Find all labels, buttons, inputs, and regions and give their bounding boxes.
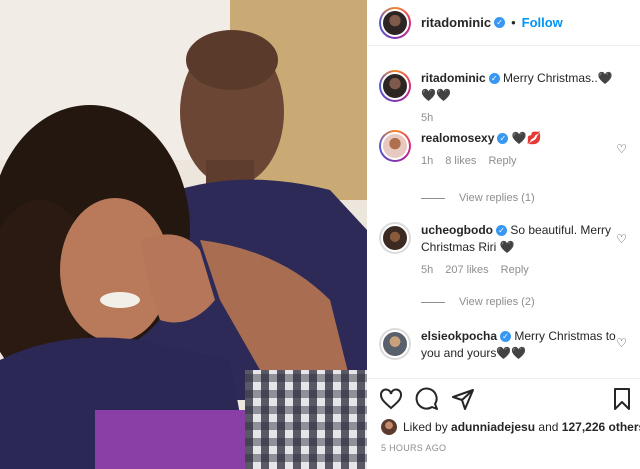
comment-text: 🖤💋 bbox=[511, 131, 542, 145]
post-photo[interactable] bbox=[0, 0, 367, 469]
replies-divider bbox=[421, 301, 445, 303]
view-replies-label[interactable]: View replies (1) bbox=[459, 192, 535, 204]
comment-item: ucheogbodo ✓ So beautiful. Merry Christma… bbox=[379, 222, 637, 279]
comment-likes[interactable]: 8 likes bbox=[445, 153, 476, 170]
caption: ritadominic ✓ Merry Christmas..🖤🖤🖤 5h bbox=[379, 70, 637, 127]
post-actions: Liked by adunniadejesu and 127,226 other… bbox=[367, 378, 640, 469]
caption-avatar[interactable] bbox=[379, 70, 411, 102]
bookmark-icon[interactable] bbox=[610, 387, 634, 411]
comment-icon[interactable] bbox=[415, 387, 439, 411]
likes-summary[interactable]: Liked by adunniadejesu and 127,226 other… bbox=[381, 419, 640, 435]
heart-icon[interactable]: ♡ bbox=[616, 142, 627, 156]
comment-age: 1h bbox=[421, 155, 434, 167]
author-avatar[interactable] bbox=[379, 6, 411, 39]
reply-button[interactable]: Reply bbox=[488, 153, 516, 170]
post-sidebar: ritadominic ✓ • Follow ritadominic ✓ Merr… bbox=[367, 0, 640, 469]
follow-button[interactable]: Follow bbox=[522, 15, 563, 30]
view-replies-label[interactable]: View replies (2) bbox=[459, 296, 535, 308]
comment-likes[interactable]: 207 likes bbox=[445, 262, 488, 279]
verified-badge-icon: ✓ bbox=[488, 73, 500, 85]
photo-illustration bbox=[0, 0, 367, 469]
liker-username[interactable]: adunniadejesu bbox=[451, 420, 535, 434]
liker-avatar bbox=[381, 419, 397, 435]
heart-icon[interactable] bbox=[379, 387, 403, 411]
comment-item: realomosexy ✓ 🖤💋 1h 8 likes Reply ♡ bbox=[379, 130, 637, 170]
share-icon[interactable] bbox=[451, 387, 475, 411]
header-separator: • bbox=[511, 15, 516, 30]
comment-item: elsieokpocha ✓ Merry Christmas to you and… bbox=[379, 328, 637, 362]
verified-badge-icon: ✓ bbox=[497, 133, 509, 145]
heart-icon[interactable]: ♡ bbox=[616, 232, 627, 246]
caption-age: 5h bbox=[421, 112, 434, 124]
replies-divider bbox=[421, 197, 445, 199]
caption-username[interactable]: ritadominic bbox=[421, 71, 486, 85]
verified-badge-icon: ✓ bbox=[494, 17, 506, 28]
view-replies-link[interactable]: View replies (2) bbox=[421, 296, 535, 308]
comment-username[interactable]: elsieokpocha bbox=[421, 329, 497, 343]
commenter-avatar[interactable] bbox=[379, 130, 411, 162]
likes-count[interactable]: 127,226 others bbox=[562, 420, 640, 434]
view-replies-link[interactable]: View replies (1) bbox=[421, 192, 535, 204]
likes-conjunction: and bbox=[538, 420, 559, 434]
post-header: ritadominic ✓ • Follow bbox=[367, 0, 640, 46]
comments-list[interactable]: ritadominic ✓ Merry Christmas..🖤🖤🖤 5h rea… bbox=[367, 46, 640, 378]
comment-username[interactable]: realomosexy bbox=[421, 131, 494, 145]
author-username[interactable]: ritadominic bbox=[421, 15, 491, 30]
comment-username[interactable]: ucheogbodo bbox=[421, 223, 493, 237]
post-timestamp: 5 HOURS AGO bbox=[381, 443, 447, 453]
likes-prefix: Liked by bbox=[403, 420, 448, 434]
comment-age: 5h bbox=[421, 264, 434, 276]
heart-icon[interactable]: ♡ bbox=[616, 336, 627, 350]
verified-badge-icon: ✓ bbox=[496, 225, 507, 237]
commenter-avatar[interactable] bbox=[379, 222, 411, 254]
commenter-avatar[interactable] bbox=[379, 328, 411, 360]
reply-button[interactable]: Reply bbox=[501, 262, 529, 279]
action-icons bbox=[379, 387, 634, 415]
verified-badge-icon: ✓ bbox=[500, 331, 512, 343]
